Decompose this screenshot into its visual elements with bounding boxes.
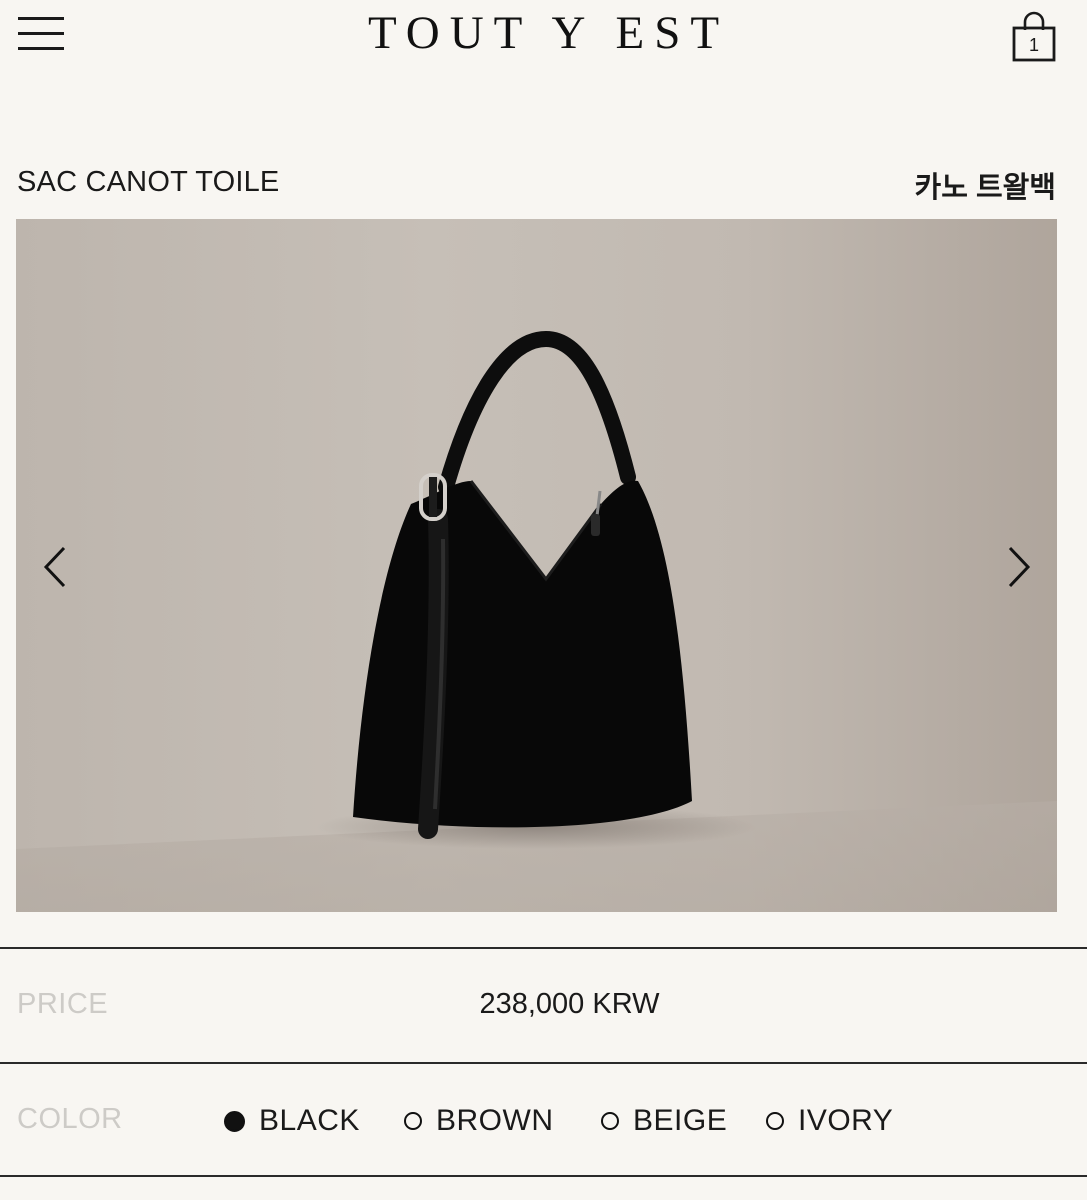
site-header: TOUT Y EST 1: [0, 0, 1087, 75]
color-option-label: BROWN: [436, 1104, 554, 1137]
divider: [0, 947, 1087, 949]
chevron-left-icon: [43, 546, 66, 588]
product-image-carousel[interactable]: [16, 219, 1057, 912]
cart-button[interactable]: 1: [1010, 10, 1058, 62]
color-option-label: IVORY: [798, 1104, 894, 1137]
radio-selected-icon: [224, 1110, 245, 1132]
color-option-label: BLACK: [259, 1104, 360, 1137]
color-option-black[interactable]: BLACK: [224, 1103, 360, 1139]
carousel-next-button[interactable]: [998, 544, 1038, 590]
product-name: SAC CANOT TOILE: [17, 166, 280, 198]
product-name-korean: 카노 트왈백: [914, 172, 1056, 204]
radio-empty-icon: [404, 1112, 422, 1130]
divider: [0, 1175, 1087, 1177]
carousel-prev-button[interactable]: [36, 544, 76, 590]
brand-logo[interactable]: TOUT Y EST: [0, 6, 1087, 60]
radio-empty-icon: [601, 1112, 619, 1130]
color-option-brown[interactable]: BROWN: [404, 1103, 554, 1139]
product-title-row: SAC CANOT TOILE 카노 트왈백: [0, 160, 1087, 206]
radio-empty-icon: [766, 1112, 784, 1130]
color-label: COLOR: [17, 1103, 123, 1135]
chevron-right-icon: [1008, 546, 1031, 588]
cart-count-badge: 1: [1028, 35, 1039, 55]
divider: [0, 1062, 1087, 1064]
color-option-label: BEIGE: [633, 1104, 728, 1137]
color-option-beige[interactable]: BEIGE: [601, 1103, 727, 1139]
product-photo-black-bag: [16, 330, 1057, 912]
color-option-ivory[interactable]: IVORY: [766, 1103, 893, 1139]
price-value: 238,000 KRW: [479, 988, 660, 1020]
